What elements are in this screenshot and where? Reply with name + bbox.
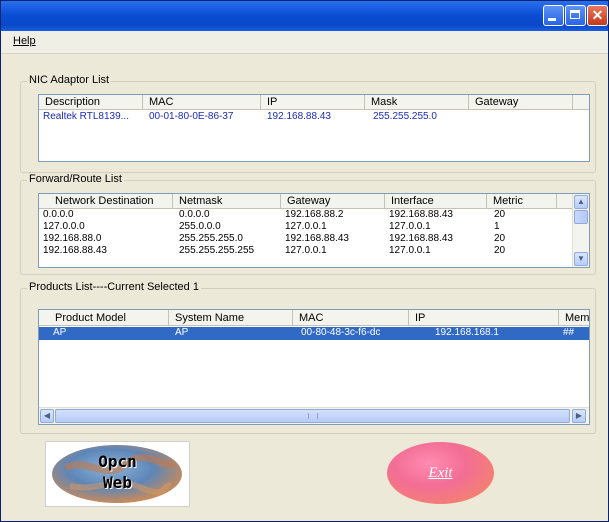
- route-row[interactable]: 127.0.0.0 255.0.0.0 127.0.0.1 127.0.0.1 …: [39, 221, 573, 233]
- products-header-ip[interactable]: IP: [409, 310, 559, 326]
- chevron-right-icon: ▶: [575, 411, 583, 420]
- route-cell-destination: 0.0.0.0: [43, 209, 74, 220]
- logo-text-line2: Web: [103, 473, 132, 492]
- route-header-interface[interactable]: Interface: [385, 194, 487, 209]
- products-header-mem[interactable]: Mem: [559, 310, 589, 326]
- route-group-title: Forward/Route List: [27, 173, 124, 185]
- route-header-netmask[interactable]: Netmask: [173, 194, 281, 209]
- route-row[interactable]: 192.168.88.0 255.255.255.0 192.168.88.43…: [39, 233, 573, 245]
- route-list[interactable]: Network Destination Netmask Gateway Inte…: [38, 193, 590, 268]
- route-cell-metric: 20: [494, 209, 506, 220]
- products-cell-system-name: AP: [175, 327, 189, 338]
- nic-header-gateway[interactable]: Gateway: [469, 95, 573, 110]
- products-header-system-name[interactable]: System Name: [169, 310, 293, 326]
- scroll-thumb[interactable]: [55, 409, 570, 423]
- products-group: Products List----Current Selected 1 Prod…: [20, 281, 596, 434]
- products-cell-mac: 00-80-48-3c-f6-dc: [301, 327, 381, 338]
- nic-cell-mask: 255.255.255.0: [373, 111, 437, 122]
- grip-icon: [308, 413, 318, 419]
- nic-cell-mac: 00-01-80-0E-86-37: [149, 111, 234, 122]
- nic-header-mask[interactable]: Mask: [365, 95, 469, 110]
- route-cell-netmask: 255.255.255.255: [179, 245, 255, 256]
- route-row[interactable]: 0.0.0.0 0.0.0.0 192.168.88.2 192.168.88.…: [39, 209, 573, 221]
- nic-adaptor-group: NIC Adaptor List Description MAC IP Mask…: [20, 74, 596, 173]
- nic-adaptor-group-title: NIC Adaptor List: [27, 74, 112, 86]
- nic-adaptor-list[interactable]: Description MAC IP Mask Gateway Realtek …: [38, 94, 590, 162]
- route-cell-metric: 20: [494, 245, 506, 256]
- close-button[interactable]: ✕: [587, 5, 608, 26]
- menu-help[interactable]: Help: [13, 35, 36, 47]
- chevron-left-icon: ◀: [43, 411, 51, 420]
- route-vertical-scrollbar[interactable]: ▲ ▼: [572, 194, 589, 267]
- exit-button-label: Exit: [428, 465, 453, 481]
- maximize-button[interactable]: [565, 5, 586, 26]
- scroll-thumb[interactable]: [574, 210, 588, 224]
- menu-bar: Help: [1, 31, 608, 54]
- products-cell-mem: ##: [563, 327, 575, 338]
- route-row[interactable]: 192.168.88.43 255.255.255.255 127.0.0.1 …: [39, 245, 573, 257]
- route-cell-gateway: 127.0.0.1: [285, 221, 327, 232]
- route-cell-netmask: 0.0.0.0: [179, 209, 210, 220]
- route-cell-metric: 1: [494, 221, 500, 232]
- route-header-filler: [557, 194, 573, 209]
- products-cell-ip: 192.168.168.1: [435, 327, 499, 338]
- nic-header-ip[interactable]: IP: [261, 95, 365, 110]
- route-cell-interface: 192.168.88.43: [389, 233, 453, 244]
- maximize-icon: [570, 10, 580, 19]
- nic-header-mac[interactable]: MAC: [143, 95, 261, 110]
- route-header-destination[interactable]: Network Destination: [39, 194, 173, 209]
- route-cell-metric: 20: [494, 233, 506, 244]
- products-cell-model: AP: [53, 327, 67, 338]
- products-header-mac[interactable]: MAC: [293, 310, 409, 326]
- logo-text-line1: Opcn: [98, 452, 137, 471]
- scroll-right-button[interactable]: ▶: [572, 409, 586, 423]
- scroll-up-button[interactable]: ▲: [574, 195, 588, 209]
- app-window: ✕ Help NIC Adaptor List Description MAC …: [0, 0, 609, 522]
- route-cell-gateway: 127.0.0.1: [285, 245, 327, 256]
- route-cell-netmask: 255.255.255.0: [179, 233, 243, 244]
- route-cell-gateway: 192.168.88.43: [285, 233, 349, 244]
- products-list[interactable]: Product Model System Name MAC IP Mem AP …: [38, 309, 590, 425]
- products-header-model[interactable]: Product Model: [39, 310, 169, 326]
- route-cell-netmask: 255.0.0.0: [179, 221, 221, 232]
- route-cell-interface: 127.0.0.1: [389, 245, 431, 256]
- close-icon: ✕: [591, 7, 604, 23]
- products-row-selected[interactable]: AP AP 00-80-48-3c-f6-dc 192.168.168.1 ##: [39, 327, 589, 340]
- openweb-logo: Opcn Web: [45, 441, 190, 507]
- products-horizontal-scrollbar[interactable]: ◀ ▶: [39, 407, 589, 424]
- title-bar[interactable]: ✕: [1, 1, 608, 31]
- scroll-left-button[interactable]: ◀: [40, 409, 54, 423]
- nic-header-description[interactable]: Description: [39, 95, 143, 110]
- nic-row[interactable]: Realtek RTL8139... 00-01-80-0E-86-37 192…: [39, 111, 589, 124]
- route-cell-destination: 192.168.88.0: [43, 233, 102, 244]
- route-header-gateway[interactable]: Gateway: [281, 194, 385, 209]
- chevron-up-icon: ▲: [577, 197, 585, 206]
- route-cell-interface: 127.0.0.1: [389, 221, 431, 232]
- scroll-down-button[interactable]: ▼: [574, 252, 588, 266]
- route-cell-gateway: 192.168.88.2: [285, 209, 344, 220]
- route-header-metric[interactable]: Metric: [487, 194, 557, 209]
- route-group: Forward/Route List Network Destination N…: [20, 173, 596, 275]
- exit-button[interactable]: Exit: [387, 442, 494, 504]
- minimize-button[interactable]: [543, 5, 564, 26]
- nic-cell-description: Realtek RTL8139...: [43, 111, 129, 122]
- minimize-icon: [548, 18, 556, 21]
- route-cell-destination: 127.0.0.0: [43, 221, 85, 232]
- route-cell-interface: 192.168.88.43: [389, 209, 453, 220]
- route-cell-destination: 192.168.88.43: [43, 245, 107, 256]
- nic-cell-ip: 192.168.88.43: [267, 111, 331, 122]
- nic-header-filler: [573, 95, 589, 110]
- products-group-title: Products List----Current Selected 1: [27, 281, 201, 293]
- chevron-down-icon: ▼: [577, 254, 585, 263]
